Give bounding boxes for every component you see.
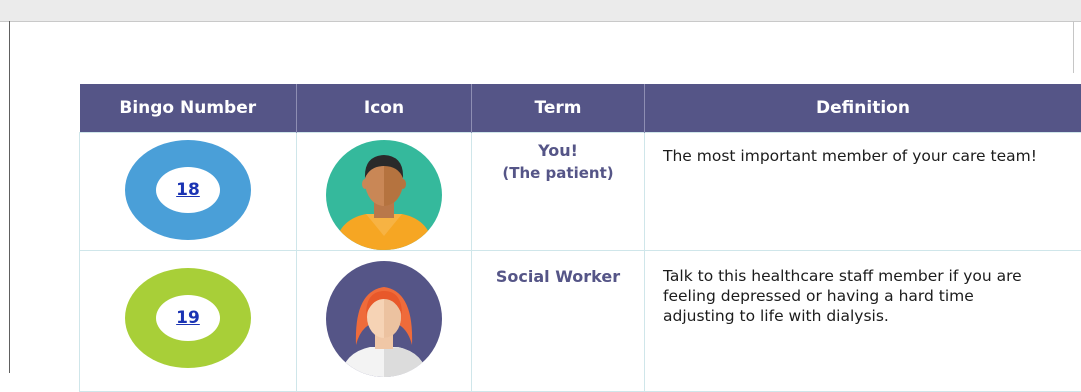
- term-subtitle: (The patient): [472, 164, 644, 182]
- term-title: You!: [472, 141, 644, 160]
- header-definition: Definition: [645, 84, 1081, 133]
- patient-avatar-icon: [326, 140, 442, 250]
- social-worker-avatar-icon: [326, 261, 442, 377]
- icon-cell: [297, 251, 472, 392]
- definition-text: Talk to this healthcare staff member if …: [663, 251, 1043, 326]
- term-title: Social Worker: [472, 267, 644, 286]
- page-right-border: [1073, 21, 1074, 73]
- bingo-terms-table: Bingo Number Icon Term Definition 18: [79, 84, 1081, 392]
- bingo-number-ring: 18: [125, 140, 251, 240]
- bingo-number-link[interactable]: 18: [176, 180, 200, 200]
- bingo-number-cell: 18: [80, 133, 297, 251]
- bingo-number-ring: 19: [125, 268, 251, 368]
- definition-text: The most important member of your care t…: [663, 133, 1043, 166]
- definition-cell: The most important member of your care t…: [645, 133, 1081, 251]
- bingo-number-link[interactable]: 19: [176, 308, 200, 328]
- header-bingo-number: Bingo Number: [80, 84, 297, 133]
- table-header-row: Bingo Number Icon Term Definition: [80, 84, 1081, 133]
- table-row: 18: [80, 133, 1081, 251]
- page-left-border: [9, 21, 10, 373]
- term-cell: Social Worker: [472, 251, 645, 392]
- header-term: Term: [472, 84, 645, 133]
- table-row: 19: [80, 251, 1081, 392]
- definition-cell: Talk to this healthcare staff member if …: [645, 251, 1081, 392]
- icon-cell: [297, 133, 472, 251]
- term-cell: You! (The patient): [472, 133, 645, 251]
- bingo-number-ring-center: 19: [156, 295, 220, 341]
- header-icon: Icon: [297, 84, 472, 133]
- window-top-bar: [0, 0, 1081, 22]
- bingo-number-cell: 19: [80, 251, 297, 392]
- bingo-number-ring-center: 18: [156, 167, 220, 213]
